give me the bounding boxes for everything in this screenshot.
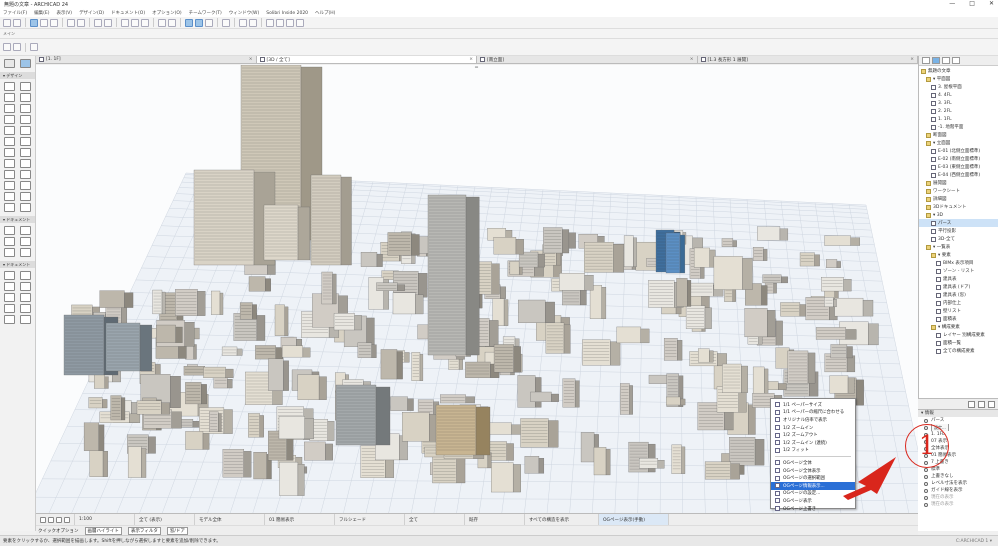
annotation-overlay (843, 457, 896, 500)
annotation-number: 1 (918, 431, 936, 461)
red-arrow-icon (843, 457, 896, 500)
